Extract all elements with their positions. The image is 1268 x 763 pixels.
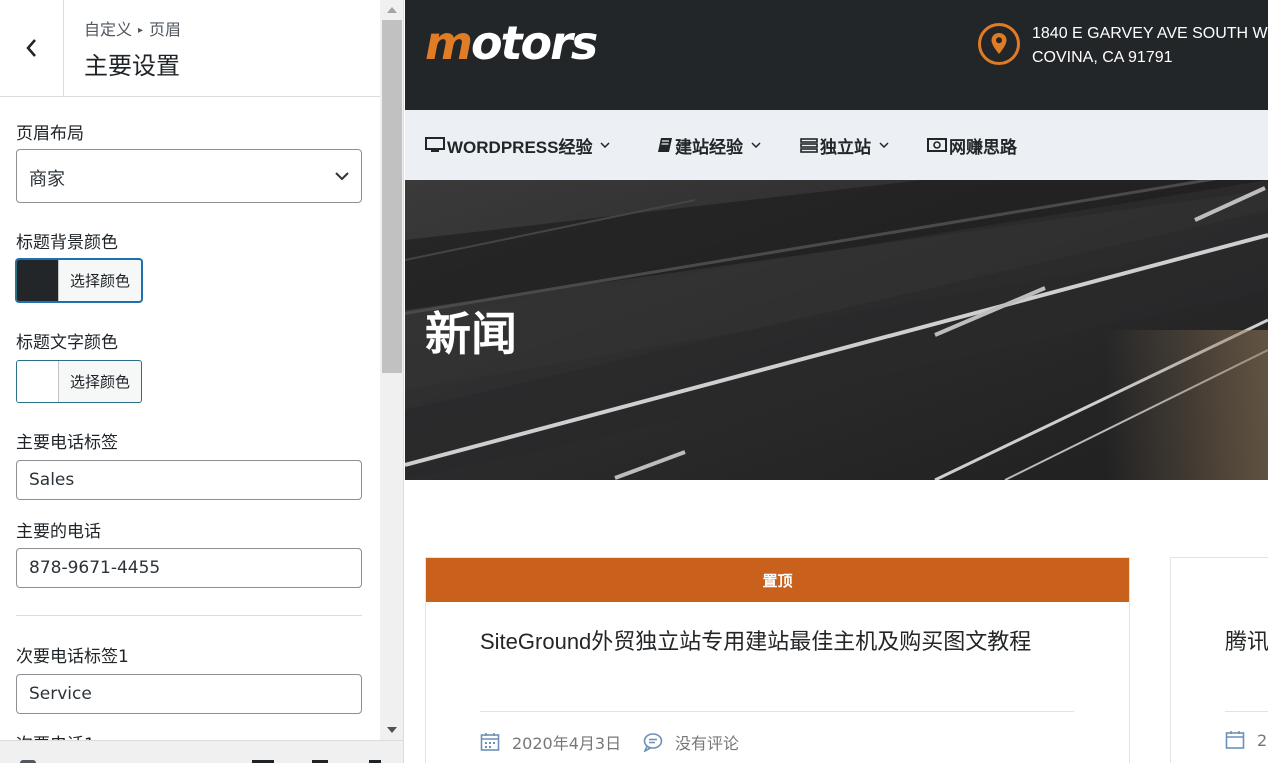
hero-road-image (405, 180, 1268, 480)
scroll-up-arrow-icon (387, 7, 397, 13)
chevron-down-icon (600, 142, 610, 148)
primary-phone-input[interactable]: 878-9671-4455 (16, 548, 362, 588)
title-text-color-swatch (17, 361, 59, 402)
post-card-2[interactable]: 腾讯 2 (1170, 557, 1268, 763)
scroll-down-arrow-icon (387, 727, 397, 733)
secondary-phone-label-1-input[interactable]: Service (16, 674, 362, 714)
breadcrumb: 自定义 ▸ 页眉 (84, 16, 181, 40)
customizer-controls: 页眉布局 商家 标题背景颜色 选择颜色 标题文字颜色 选择颜色 主要电话标签 S… (0, 97, 380, 740)
sticky-badge: 置顶 (426, 558, 1129, 602)
sidebar-scrollbar[interactable] (380, 0, 403, 740)
logo-accent-letter: m (425, 16, 473, 70)
header-layout-value: 商家 (29, 169, 65, 190)
post-card[interactable]: 置顶 SiteGround外贸独立站专用建站最佳主机及购买图文教程 2020年4… (425, 557, 1130, 763)
nav-item-label: 网赚思路 (949, 137, 1017, 157)
site-preview: motors 1840 E GARVEY AVE SOUTH W COVINA,… (405, 0, 1268, 763)
section-divider (16, 615, 362, 616)
post-title[interactable]: SiteGround外贸独立站专用建站最佳主机及购买图文教程 (480, 624, 1031, 656)
site-nav: WORDPRESS经验 建站经验 独立站 网赚思路 (405, 110, 1268, 180)
nav-item-independent-site[interactable]: 独立站 (800, 110, 889, 180)
book-icon (657, 137, 673, 153)
scroll-up-button[interactable] (380, 0, 403, 20)
post-date-text: 2020年4月3日 (512, 734, 622, 753)
chevron-down-icon (751, 142, 761, 148)
title-text-color-button[interactable]: 选择颜色 (16, 360, 142, 403)
title-bg-color-swatch (17, 260, 59, 301)
title-text-color-button-label: 选择颜色 (69, 373, 130, 391)
primary-phone-label-input[interactable]: Sales (16, 460, 362, 500)
chevron-left-icon (25, 39, 36, 57)
customizer-footer (0, 740, 403, 763)
nav-item-label: 建站经验 (675, 137, 743, 157)
hero-title: 新闻 (425, 307, 517, 361)
post-date[interactable]: 2020年4月3日 (480, 730, 621, 754)
address-line-2: COVINA, CA 91791 (1032, 49, 1173, 66)
chevron-down-icon (879, 142, 889, 148)
primary-phone-label: 主要的电话 (16, 522, 101, 542)
title-bg-color-button[interactable]: 选择颜色 (16, 259, 142, 302)
location-pin-icon (978, 23, 1020, 65)
customizer-header: 自定义 ▸ 页眉 主要设置 (0, 0, 380, 97)
title-bg-color-button-label: 选择颜色 (69, 272, 130, 290)
scroll-thumb[interactable] (382, 20, 402, 373)
section-title: 主要设置 (84, 52, 180, 80)
breadcrumb-current: 页眉 (149, 20, 182, 39)
secondary-phone-label-1-label: 次要电话标签1 (16, 647, 129, 667)
list-icon (800, 137, 818, 153)
breadcrumb-parent: 自定义 (84, 20, 133, 39)
chevron-down-icon (335, 172, 349, 181)
nav-item-label: WORDPRESS经验 (447, 137, 593, 157)
comment-icon (643, 732, 663, 752)
logo-text: otors (470, 16, 598, 70)
post-2-date-text: 2 (1257, 730, 1268, 750)
post-2-title[interactable]: 腾讯 (1225, 624, 1268, 656)
title-text-color-label: 标题文字颜色 (16, 333, 118, 353)
customizer-sidebar: 自定义 ▸ 页眉 主要设置 页眉布局 商家 标题背景颜色 选择颜色 标题文字颜色 选… (0, 0, 404, 763)
calendar-icon (480, 732, 500, 752)
title-bg-color-label: 标题背景颜色 (16, 233, 118, 253)
calendar-icon (1225, 730, 1245, 750)
post-comments[interactable]: 没有评论 (643, 730, 739, 754)
post-divider (480, 711, 1074, 712)
primary-phone-label-label: 主要电话标签 (16, 433, 118, 453)
header-layout-select[interactable]: 商家 (16, 149, 362, 203)
post-comments-text: 没有评论 (675, 734, 740, 753)
post-2-date[interactable]: 2 (1225, 730, 1267, 750)
breadcrumb-separator-icon: ▸ (138, 25, 144, 36)
site-topbar: motors 1840 E GARVEY AVE SOUTH W COVINA,… (405, 0, 1268, 110)
nav-item-label: 独立站 (820, 137, 871, 157)
site-logo[interactable]: motors (425, 16, 598, 70)
secondary-phone-1-label: 次要电话1 (16, 730, 95, 740)
app-window: 自定义 ▸ 页眉 主要设置 页眉布局 商家 标题背景颜色 选择颜色 标题文字颜色 选… (0, 0, 1268, 763)
address-line-1: 1840 E GARVEY AVE SOUTH W (1032, 25, 1268, 42)
nav-item-site-building[interactable]: 建站经验 (657, 110, 761, 180)
nav-item-wordpress[interactable]: WORDPRESS经验 (425, 110, 610, 180)
site-address: 1840 E GARVEY AVE SOUTH W COVINA, CA 917… (1032, 22, 1268, 70)
nav-item-make-money[interactable]: 网赚思路 (927, 110, 1017, 180)
back-button[interactable] (0, 0, 64, 96)
money-icon (927, 138, 947, 152)
page-hero: 新闻 (405, 180, 1268, 480)
post-2-divider (1225, 711, 1268, 712)
monitor-icon (425, 137, 445, 153)
header-layout-label: 页眉布局 (16, 124, 84, 144)
scroll-down-button[interactable] (380, 720, 403, 740)
